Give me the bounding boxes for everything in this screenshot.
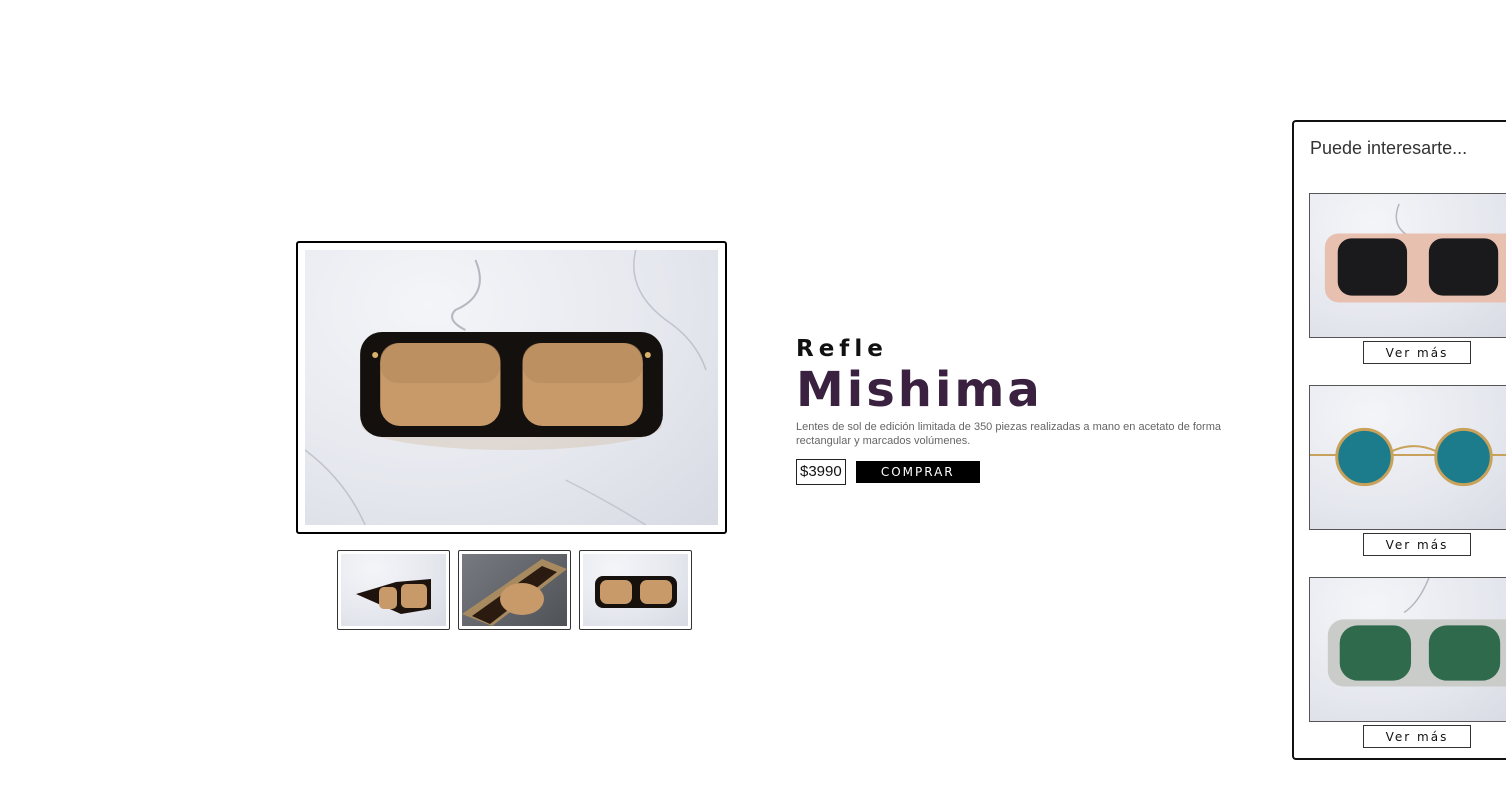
recommendation-item: Ver más — [1309, 577, 1506, 748]
sunglasses-side-photo — [341, 554, 446, 626]
thumbnail-strip — [337, 550, 692, 630]
pink-sunglasses-photo — [1310, 194, 1506, 337]
buy-row: $3990 COMPRAR — [796, 459, 1256, 485]
sunglasses-front-photo — [583, 554, 688, 626]
view-more-button[interactable]: Ver más — [1363, 341, 1471, 364]
buy-button[interactable]: COMPRAR — [855, 461, 980, 483]
thumbnail-1[interactable] — [337, 550, 450, 630]
view-more-button[interactable]: Ver más — [1363, 725, 1471, 748]
sunglasses-detail-photo — [462, 554, 567, 626]
recommendation-image[interactable] — [1309, 385, 1506, 530]
thumbnail-2[interactable] — [458, 550, 571, 630]
recommendation-item: Ver más — [1309, 385, 1506, 556]
clear-green-sunglasses-photo — [1310, 578, 1506, 721]
round-blue-sunglasses-photo — [1310, 386, 1506, 529]
thumbnail-3[interactable] — [579, 550, 692, 630]
main-product-image-frame — [296, 241, 727, 534]
recommendations-panel: Puede interesarte... Ver más Ver más Ver… — [1292, 120, 1506, 760]
view-more-button[interactable]: Ver más — [1363, 533, 1471, 556]
product-title: Mishima — [796, 362, 1043, 418]
sunglasses-photo — [305, 250, 718, 525]
recommendations-title: Puede interesarte... — [1310, 138, 1468, 158]
recommendation-image[interactable] — [1309, 577, 1506, 722]
price-badge: $3990 — [796, 459, 846, 485]
recommendation-image[interactable] — [1309, 193, 1506, 338]
product-brand: Refle — [796, 336, 888, 362]
product-info: Refle Mishima Lentes de sol de edición l… — [796, 336, 1256, 485]
product-description: Lentes de sol de edición limitada de 350… — [796, 421, 1221, 447]
recommendation-item: Ver más — [1309, 193, 1506, 364]
